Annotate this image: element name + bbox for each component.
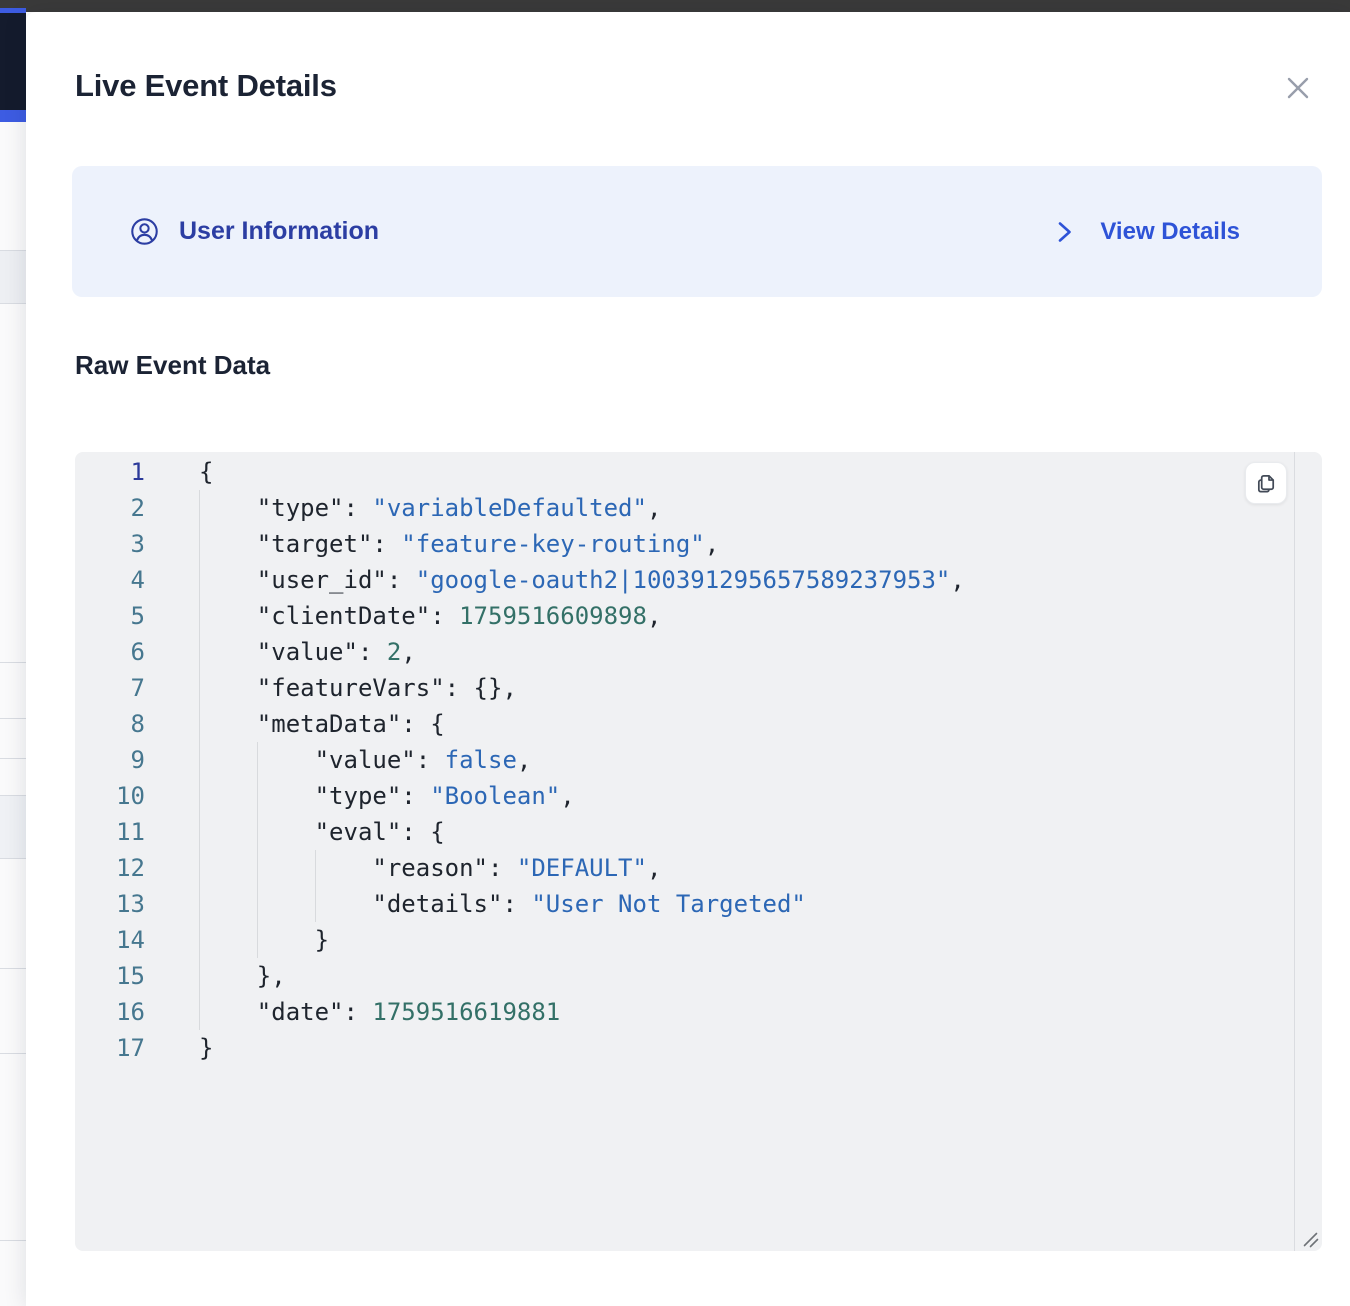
line-number: 12 [75,850,155,886]
view-details-label: View Details [1100,218,1240,246]
line-number: 17 [75,1030,155,1066]
editor-right-divider [1294,452,1295,1251]
code-line: "clientDate": 1759516609898, [199,598,965,634]
window-topbar [0,0,1350,12]
line-number: 5 [75,598,155,634]
code-line: }, [199,958,965,994]
code-line: "details": "User Not Targeted" [199,886,965,922]
code-line: "date": 1759516619881 [199,994,965,1030]
row-divider [0,795,26,796]
line-number: 10 [75,778,155,814]
background-accent-bar [0,110,26,122]
code-line: "reason": "DEFAULT", [199,850,965,886]
row-divider [0,662,26,663]
code-line: "target": "feature-key-routing", [199,526,965,562]
copy-pages-icon [1255,472,1278,495]
background-sidebar [0,13,26,110]
code-line: "type": "Boolean", [199,778,965,814]
row-divider [0,1053,26,1054]
close-button[interactable] [1279,69,1317,107]
line-number: 16 [75,994,155,1030]
user-circle-icon [130,217,159,246]
code-line: "featureVars": {}, [199,670,965,706]
background-page-strip [0,8,26,1306]
line-number: 15 [75,958,155,994]
line-number: 8 [75,706,155,742]
close-icon [1284,74,1312,102]
row-divider [0,250,26,251]
copy-button[interactable] [1245,462,1287,504]
line-number: 3 [75,526,155,562]
line-number-gutter: 1234567891011121314151617 [75,452,155,1251]
line-number: 7 [75,670,155,706]
indent-guide [257,742,258,958]
code-line: } [199,1030,965,1066]
row-divider [0,758,26,759]
table-row [0,795,26,858]
code-line: "type": "variableDefaulted", [199,490,965,526]
live-event-details-modal: Live Event Details User Information View… [26,12,1350,1306]
resize-grip-icon[interactable] [1302,1231,1320,1249]
line-number: 2 [75,490,155,526]
line-number: 14 [75,922,155,958]
row-divider [0,968,26,969]
code-line: "metaData": { [199,706,965,742]
line-number: 13 [75,886,155,922]
code-line: "user_id": "google-oauth2|10039129565758… [199,562,965,598]
row-divider [0,718,26,719]
user-card-label: User Information [179,217,379,246]
user-card-left: User Information [130,217,379,246]
code-line: "eval": { [199,814,965,850]
line-number: 6 [75,634,155,670]
background-table-rows [0,122,26,1306]
view-details-link[interactable]: View Details [1052,218,1240,246]
raw-event-data-editor: 1234567891011121314151617 { "type": "var… [75,452,1322,1251]
raw-event-data-heading: Raw Event Data [75,350,270,381]
code-line: { [199,454,965,490]
code-line: } [199,922,965,958]
indent-guide [199,490,200,1030]
user-information-card[interactable]: User Information View Details [72,166,1322,297]
table-row [0,250,26,303]
page-title: Live Event Details [75,68,337,104]
row-divider [0,303,26,304]
code-line: "value": false, [199,742,965,778]
code-editor-area[interactable]: 1234567891011121314151617 { "type": "var… [75,452,1322,1251]
code-content: { "type": "variableDefaulted", "target":… [155,452,965,1251]
line-number: 9 [75,742,155,778]
row-divider [0,1240,26,1241]
line-number: 1 [75,454,155,490]
code-line: "value": 2, [199,634,965,670]
chevron-right-icon [1052,219,1076,245]
line-number: 11 [75,814,155,850]
row-divider [0,858,26,859]
line-number: 4 [75,562,155,598]
indent-guide [315,850,316,922]
